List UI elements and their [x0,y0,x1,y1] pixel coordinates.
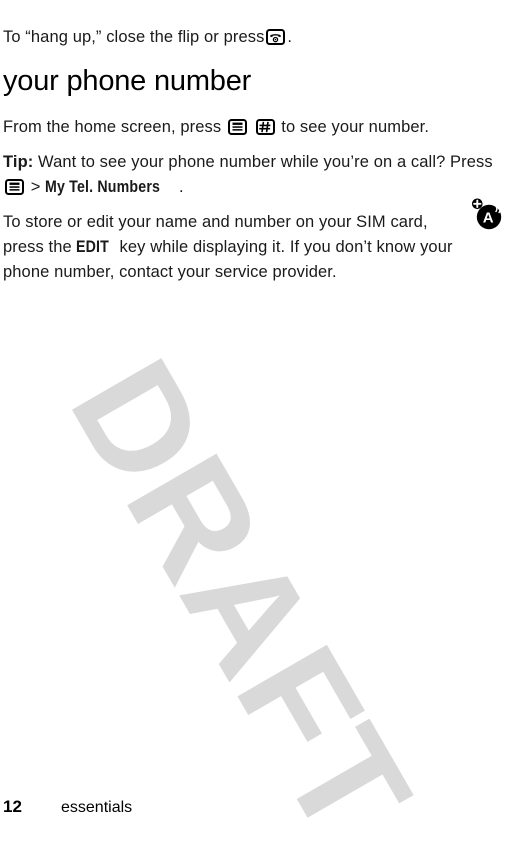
paragraph-home-screen-text-after: to see your number. [281,117,429,136]
svg-text:A: A [483,210,494,227]
tip-label: Tip: [3,152,34,171]
paragraph-home-screen-text-before: From the home screen, press [3,117,222,136]
paragraph-sim-edit: To store or edit your name and number on… [3,210,473,285]
paragraph-tip: Tip: Want to see your phone number while… [3,150,503,203]
paragraph-home-screen: From the home screen, press to see your … [3,115,503,143]
paragraph-hang-up-text-before: To “hang up,” close the flip or press [3,27,265,46]
paragraph-hang-up-text-after: . [287,27,293,46]
tip-text-primary: Want to see your phone number while you’… [38,152,493,171]
tip-text-trailing: . [178,177,184,196]
menu-key-icon [227,118,247,143]
pound-key-icon [255,118,275,143]
network-feature-icon: A [471,197,503,231]
menu-path-separator: > [30,177,41,196]
section-heading: your phone number [3,65,252,98]
paragraph-hang-up: To “hang up,” close the flip or press. [3,25,503,53]
page-content: To “hang up,” close the flip or press. y… [0,0,505,818]
menu-key-icon [5,178,24,203]
end-call-key-icon [266,28,286,53]
menu-path-my-tel-numbers: My Tel. Numbers [45,177,161,196]
softkey-label-edit: EDIT [76,237,110,256]
